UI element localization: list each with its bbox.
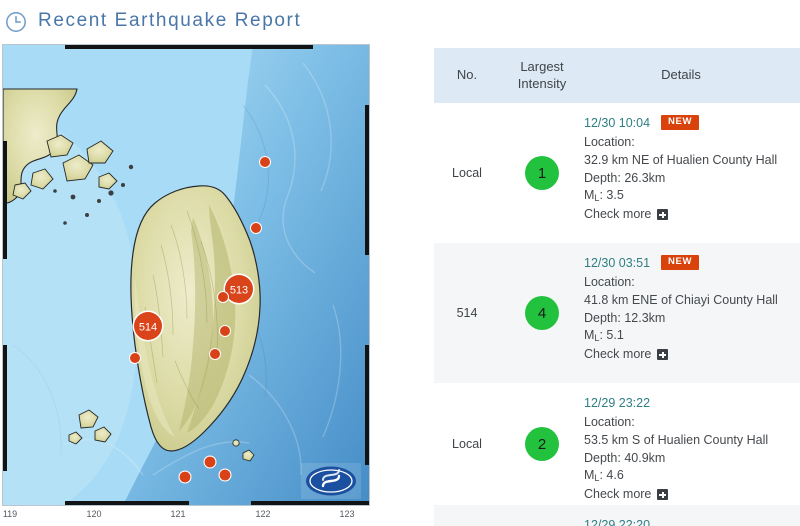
magnitude-value: ML: 4.6 [584,468,624,484]
intensity-badge: 4 [525,296,559,330]
table-header-row: No. Largest Intensity Details [434,48,800,103]
check-more-label: Check more [584,347,652,362]
table-row[interactable]: 514 4 12/30 03:51 NEW Location: 41.8 km … [434,243,800,383]
check-more-link[interactable]: Check more [584,346,790,364]
magnitude-value: ML: 3.5 [584,188,624,204]
row-details: 12/30 03:51 NEW Location: 41.8 km ENE of… [584,243,800,383]
column-header-details: Details [661,67,701,83]
table-row[interactable]: Local 2 12/29 23:22 Location: 53.5 km S … [434,383,800,505]
check-more-label: Check more [584,487,652,502]
check-more-link[interactable]: Check more [584,486,790,504]
event-time: 12/30 03:51 [584,255,651,270]
plus-icon [657,489,669,501]
map-marker [178,470,192,484]
depth-value: Depth: 12.3km [584,310,666,325]
location-value: 53.5 km S of Hualien County Hall [584,432,769,447]
map-marker [259,156,271,168]
row-no: Local [452,437,482,451]
column-header-largest-intensity-line2: Intensity [517,75,567,91]
map-marker [129,352,141,364]
map-marker [250,222,262,234]
check-more-label: Check more [584,207,652,222]
axis-tick: 119 [2,509,18,519]
column-header-largest-intensity-line1: Largest [520,59,564,75]
location-value: 41.8 km ENE of Chiayi County Hall [584,292,778,307]
table-row[interactable]: 12/29 22:20 [434,505,800,526]
map-marker [209,348,221,360]
earthquake-report-page: Recent Earthquake Report 513 514 119 120… [0,0,800,526]
intensity-badge: 2 [525,427,559,461]
cwb-logo [301,463,361,499]
row-details: 12/29 22:20 [584,505,800,526]
map-marker [219,325,231,337]
axis-tick: 123 [339,509,355,519]
intensity-badge: 1 [525,156,559,190]
row-no: 514 [456,306,478,320]
earthquake-map-panel: 513 514 119 120 121 122 123 [0,44,372,526]
map-marker [203,455,217,469]
row-details: 12/29 23:22 Location: 53.5 km S of Huali… [584,383,800,505]
svg-text:513: 513 [230,285,248,297]
axis-tick: 121 [170,509,186,519]
table-row[interactable]: Local 1 12/30 10:04 NEW Location: 32.9 k… [434,103,800,243]
detail-time-line: 12/29 23:22 [584,394,790,411]
depth-value: Depth: 26.3km [584,170,666,185]
check-more-link[interactable]: Check more [584,206,790,224]
magnitude-value: ML: 5.1 [584,328,624,344]
axis-tick: 122 [255,509,271,519]
page-title: Recent Earthquake Report [38,10,302,31]
clock-icon [4,10,28,34]
depth-value: Depth: 40.9km [584,450,666,465]
column-header-largest-intensity: Largest Intensity [500,59,584,92]
column-header-no: No. [456,67,478,83]
row-details: 12/30 10:04 NEW Location: 32.9 km NE of … [584,103,800,243]
earthquake-map[interactable]: 513 514 [2,44,370,506]
map-marker [218,468,232,482]
location-label: Location: [584,275,635,289]
location-value: 32.9 km NE of Hualien County Hall [584,152,778,167]
axis-tick: 120 [86,509,102,519]
plus-icon [657,349,669,361]
map-canvas: 513 514 [3,45,369,505]
detail-time-line: 12/29 22:20 [584,516,790,526]
earthquake-table: No. Largest Intensity Details Local 1 12… [434,48,800,526]
map-marker [217,291,229,303]
map-marker-514: 514 [132,310,164,342]
row-intensity: 4 [500,243,584,383]
new-badge: NEW [661,115,700,130]
new-badge: NEW [661,255,700,270]
location-label: Location: [584,135,635,149]
detail-time-line: 12/30 03:51 NEW [584,254,790,271]
detail-time-line: 12/30 10:04 NEW [584,114,790,131]
event-time: 12/30 10:04 [584,115,651,130]
row-intensity: 2 [500,383,584,505]
svg-text:514: 514 [139,322,157,334]
event-time: 12/29 23:22 [584,395,651,410]
row-intensity: 1 [500,103,584,243]
row-no: Local [452,166,482,180]
location-label: Location: [584,415,635,429]
event-time: 12/29 22:20 [584,517,651,526]
map-longitude-axis: 119 120 121 122 123 [2,506,370,526]
page-header: Recent Earthquake Report [0,0,800,42]
row-intensity [500,505,584,526]
plus-icon [657,209,669,221]
row-no [434,505,500,526]
